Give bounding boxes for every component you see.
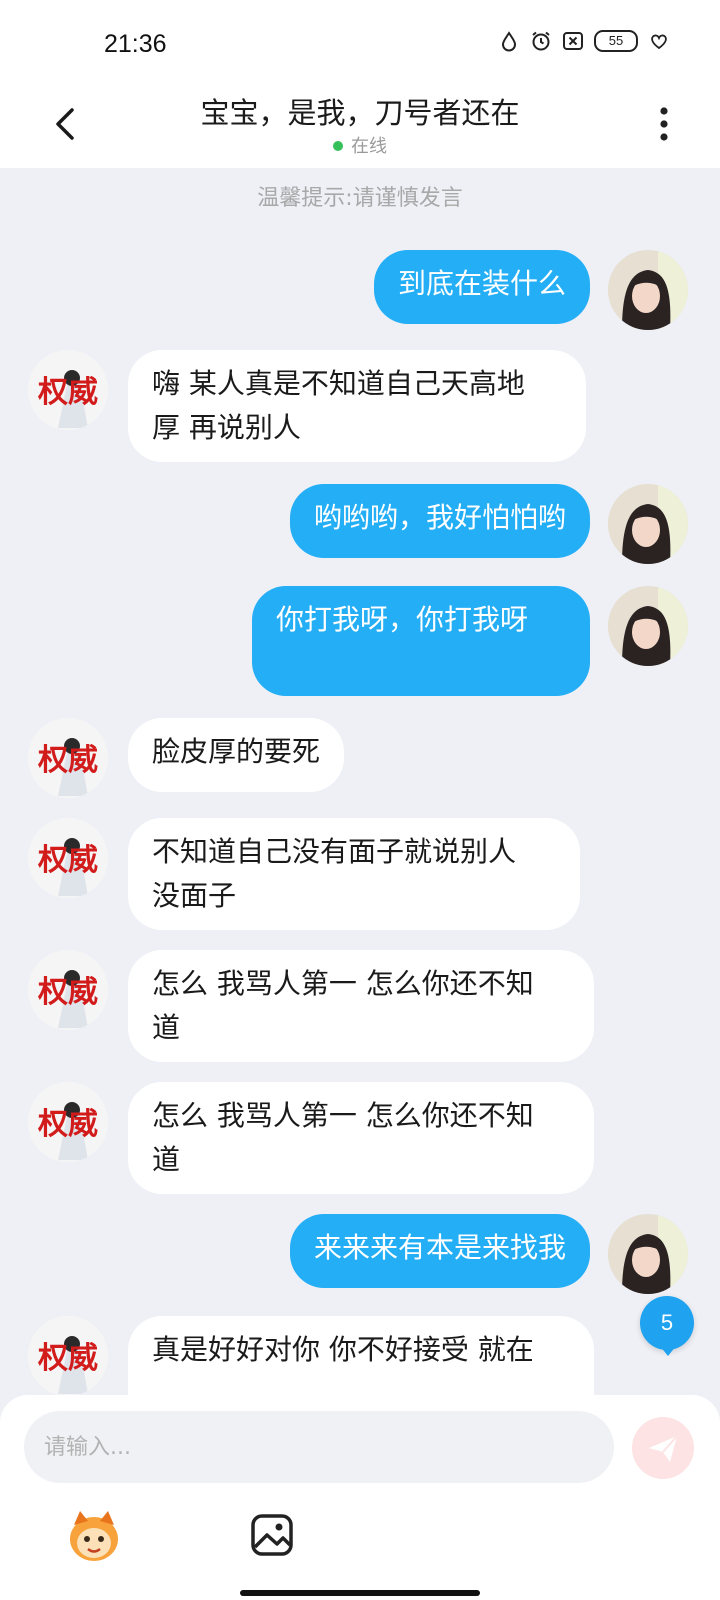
composer-panel <box>0 1395 720 1600</box>
message-line: 哟哟哟，我好怕怕哟 <box>313 501 566 534</box>
status-time: 21:36 <box>104 30 167 58</box>
avatar-text: 权威 <box>37 975 98 1010</box>
message-line: 嗨 某人真是不知道自己天高地 <box>152 367 525 400</box>
message-bubble-me[interactable]: 你打我呀，你打我呀 <box>252 586 590 696</box>
avatar-text: 权威 <box>37 1341 98 1376</box>
message-line: 怎么 我骂人第一 怎么你还不知 <box>152 967 534 1000</box>
battery-indicator: 55 <box>594 30 638 52</box>
avatar-text: 权威 <box>37 375 98 410</box>
message-line: 你打我呀，你打我呀 <box>276 603 529 636</box>
other-avatar-image: 权威 <box>28 1316 108 1396</box>
message-line: 道 <box>152 1011 181 1044</box>
other-avatar[interactable]: 权威 <box>28 950 108 1030</box>
message-line: 怎么 我骂人第一 怎么你还不知 <box>152 1099 534 1132</box>
my-avatar[interactable] <box>608 250 688 330</box>
more-options-icon[interactable] <box>652 102 676 146</box>
chat-header: 宝宝，是我，刀号者还在 在线 <box>0 88 720 168</box>
my-avatar[interactable] <box>608 1214 688 1294</box>
online-dot <box>333 141 343 151</box>
message-bubble-other[interactable]: 怎么 我骂人第一 怎么你还不知 道 <box>128 1082 594 1194</box>
online-status: 在线 <box>0 132 720 158</box>
other-avatar[interactable]: 权威 <box>28 718 108 798</box>
other-avatar[interactable]: 权威 <box>28 1082 108 1162</box>
my-avatar-image <box>608 250 688 330</box>
other-avatar-image: 权威 <box>28 950 108 1030</box>
avatar-text: 权威 <box>37 1107 98 1142</box>
message-bubble-me[interactable]: 哟哟哟，我好怕怕哟 <box>289 484 590 558</box>
message-line: 来来来有本是来找我 <box>313 1231 566 1264</box>
message-line: 道 <box>152 1143 181 1176</box>
message-input[interactable] <box>24 1411 614 1483</box>
other-avatar-image: 权威 <box>28 818 108 898</box>
message-bubble-other[interactable]: 不知道自己没有面子就说别人 没面子 <box>128 818 580 930</box>
send-button[interactable] <box>632 1417 694 1479</box>
message-bubble-other[interactable]: 嗨 某人真是不知道自己天高地 厚 再说别人 <box>128 350 586 462</box>
avatar-text: 权威 <box>37 843 98 878</box>
image-picker-icon[interactable] <box>248 1511 296 1559</box>
message-line: 不知道自己没有面子就说别人 <box>152 835 517 868</box>
badge-tail <box>660 1346 676 1356</box>
close-box-icon <box>563 32 583 50</box>
message-bubble-other[interactable]: 脸皮厚的要死 <box>128 718 345 792</box>
other-avatar-image: 权威 <box>28 350 108 430</box>
message-bubble-other[interactable]: 怎么 我骂人第一 怎么你还不知 道 <box>128 950 594 1062</box>
message-bubble-other[interactable]: 真是好好对你 你不好接受 就在 <box>128 1316 594 1398</box>
status-bar: 21:36 55 <box>0 0 720 88</box>
status-icons: 55 <box>498 30 670 52</box>
other-avatar-image: 权威 <box>28 1082 108 1162</box>
my-avatar[interactable] <box>608 586 688 666</box>
chat-title: 宝宝，是我，刀号者还在 <box>200 96 520 130</box>
other-avatar[interactable]: 权威 <box>28 350 108 430</box>
other-avatar[interactable]: 权威 <box>28 1316 108 1396</box>
new-message-count-badge[interactable]: 5 <box>640 1296 694 1350</box>
heart-wings-icon <box>651 34 667 50</box>
warm-tip: 温馨提示:请谨慎发言 <box>257 186 463 211</box>
my-avatar-image <box>608 484 688 564</box>
chat-area[interactable]: 温馨提示:请谨慎发言 到底在装什么 权威 嗨 某人真是不知道自己天高地 厚 再说… <box>0 168 720 1398</box>
online-status-text: 在线 <box>351 136 387 157</box>
my-avatar-image <box>608 1214 688 1294</box>
my-avatar-image <box>608 586 688 666</box>
message-bubble-me[interactable]: 来来来有本是来找我 <box>289 1214 590 1288</box>
message-bubble-me[interactable]: 到底在装什么 <box>373 250 590 324</box>
emoji-mascot-icon[interactable] <box>64 1507 124 1565</box>
other-avatar-image: 权威 <box>28 718 108 798</box>
drop-icon <box>501 31 517 52</box>
home-indicator[interactable] <box>240 1590 480 1596</box>
other-avatar[interactable]: 权威 <box>28 818 108 898</box>
message-line: 真是好好对你 你不好接受 就在 <box>152 1333 534 1366</box>
alarm-icon <box>532 31 550 51</box>
avatar-text: 权威 <box>37 743 98 778</box>
message-line: 厚 再说别人 <box>152 411 301 444</box>
message-line: 没面子 <box>152 879 237 912</box>
message-line: 到底在装什么 <box>397 267 566 300</box>
send-icon <box>649 1435 678 1462</box>
message-line: 脸皮厚的要死 <box>152 735 321 768</box>
my-avatar[interactable] <box>608 484 688 564</box>
